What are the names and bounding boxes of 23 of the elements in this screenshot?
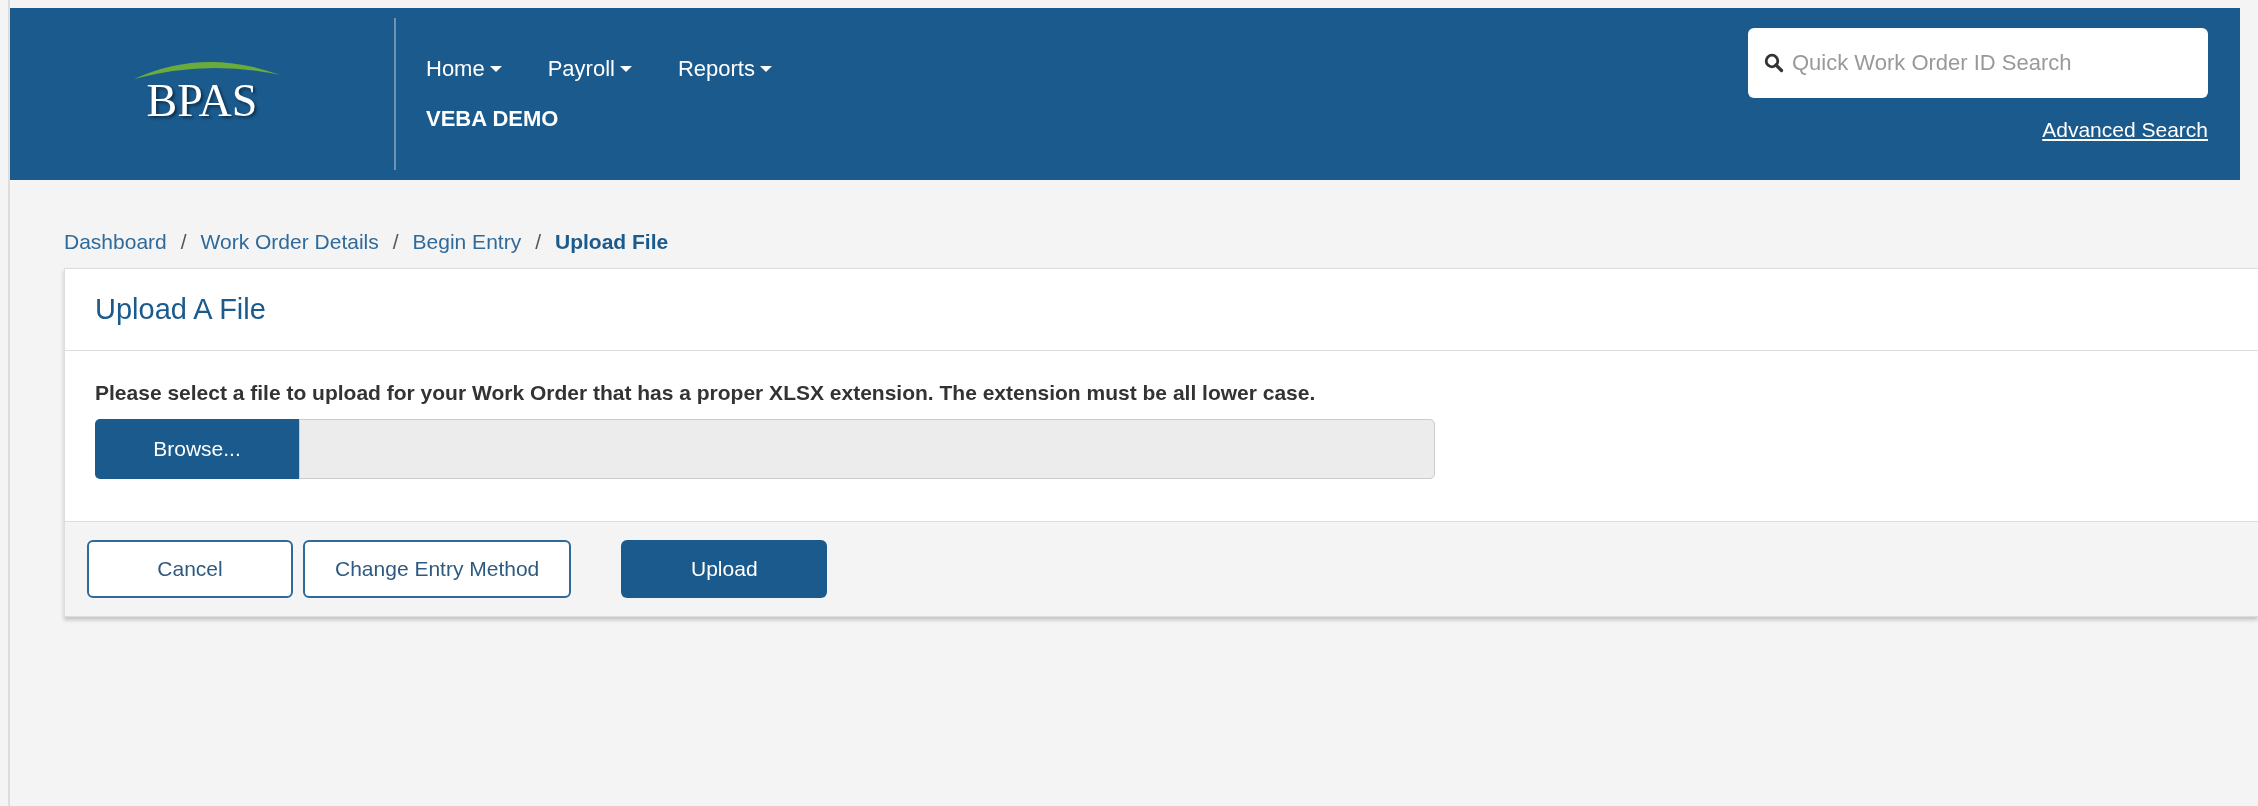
action-button[interactable]: Upload: [621, 540, 828, 598]
card-title: Upload A File: [65, 269, 2258, 351]
action-button[interactable]: Cancel: [87, 540, 293, 598]
search-field[interactable]: Quick Work Order ID Search: [1748, 28, 2208, 98]
browse-button[interactable]: Browse...: [95, 419, 299, 479]
logo-arc-icon: [132, 61, 282, 80]
breadcrumb-link[interactable]: Upload File: [555, 230, 669, 254]
file-path-field[interactable]: [299, 419, 1435, 479]
breadcrumb-link[interactable]: Begin Entry: [412, 230, 522, 254]
nav-menu[interactable]: Reports: [677, 56, 772, 82]
breadcrumb-link[interactable]: Work Order Details: [200, 230, 379, 254]
breadcrumb-separator: /: [535, 230, 541, 254]
nav-menu[interactable]: Payroll: [547, 56, 632, 82]
breadcrumb-link[interactable]: Dashboard: [64, 230, 167, 254]
account-name: VEBA DEMO: [426, 106, 560, 132]
breadcrumb-separator: /: [180, 230, 187, 254]
nav-menu[interactable]: Home: [426, 56, 502, 82]
instruction-text: Please select a file to upload for your Work Order that has a proper XLSX extension. The extension must be all lower case.: [95, 381, 1317, 405]
breadcrumb-separator: /: [392, 230, 399, 254]
logo[interactable]: BPAS: [146, 74, 258, 127]
action-button[interactable]: Change Entry Method: [303, 540, 572, 598]
advanced-search-link[interactable]: Advanced Search: [2042, 118, 2208, 142]
search-icon: [1764, 53, 1784, 73]
